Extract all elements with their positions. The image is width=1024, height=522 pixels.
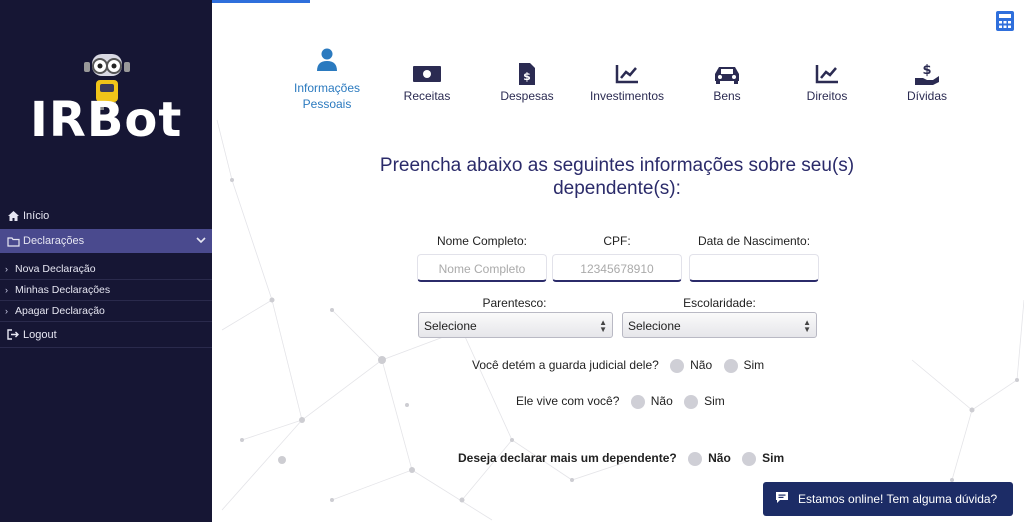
home-icon	[6, 210, 20, 222]
svg-text:$: $	[922, 63, 931, 78]
chat-button[interactable]: Estamos online! Tem alguma dúvida?	[763, 482, 1013, 516]
guarda-no-radio[interactable]	[670, 358, 685, 373]
escolaridade-label: Escolaridade:	[683, 296, 756, 310]
step-investimentos[interactable]: Investimentos	[577, 40, 677, 104]
vive-question-row: Ele vive com você? Não Sim	[516, 394, 725, 409]
sidebar-subitem-apagar[interactable]: › Apagar Declaração	[0, 301, 212, 322]
sidebar-subitem-nova[interactable]: › Nova Declaração	[0, 259, 212, 280]
mais-yes-radio[interactable]	[742, 451, 757, 466]
brand-logo: IRBot	[30, 92, 183, 148]
select-arrows-icon: ▲ ▼	[599, 318, 607, 334]
step-receitas[interactable]: Receitas	[377, 40, 477, 104]
chevron-down-icon	[196, 235, 206, 247]
chevron-right-icon: ›	[5, 264, 8, 274]
main-content: Informações Pessoais Receitas $ Despesas…	[212, 0, 1024, 522]
sidebar-item-label: Início	[23, 210, 50, 222]
cpf-input[interactable]: 12345678910	[552, 254, 682, 282]
step-informacoes-pessoais[interactable]: Informações Pessoais	[277, 40, 377, 112]
progress-bar	[212, 0, 310, 3]
cpf-label: CPF:	[603, 234, 631, 248]
nascimento-input[interactable]	[689, 254, 819, 282]
svg-text:$: $	[523, 70, 531, 83]
sidebar-subitem-minhas[interactable]: › Minhas Declarações	[0, 280, 212, 301]
nascimento-label: Data de Nascimento:	[697, 234, 811, 248]
step-despesas[interactable]: $ Despesas	[477, 40, 577, 104]
step-navigation: Informações Pessoais Receitas $ Despesas…	[272, 40, 952, 120]
parentesco-select[interactable]: Selecione ▲ ▼	[418, 312, 613, 338]
chevron-right-icon: ›	[5, 285, 8, 295]
user-icon	[277, 40, 377, 80]
parentesco-label: Parentesco:	[482, 296, 547, 310]
mais-no-radio[interactable]	[688, 451, 703, 466]
guarda-yes-radio[interactable]	[723, 358, 738, 373]
sidebar: IRBot Início Declarações › Nova Declaraç…	[0, 0, 212, 522]
vive-yes-radio[interactable]	[684, 394, 699, 409]
step-bens[interactable]: Bens	[677, 40, 777, 104]
calculator-icon[interactable]	[995, 10, 1015, 32]
sidebar-item-label: Declarações	[23, 235, 85, 247]
guarda-question-row: Você detém a guarda judicial dele? Não S…	[472, 358, 765, 373]
mais-dependente-row: Deseja declarar mais um dependente? Não …	[458, 451, 785, 466]
vive-no-radio[interactable]	[630, 394, 645, 409]
nome-label: Nome Completo:	[436, 234, 528, 248]
chevron-right-icon: ›	[5, 306, 8, 316]
select-arrows-icon: ▲ ▼	[803, 318, 811, 334]
step-dividas[interactable]: $ Dívidas	[877, 40, 977, 104]
logout-icon	[6, 329, 20, 341]
nome-input[interactable]: Nome Completo	[417, 254, 547, 282]
sidebar-item-logout[interactable]: Logout	[0, 322, 212, 348]
escolaridade-select[interactable]: Selecione ▲ ▼	[622, 312, 817, 338]
folder-icon	[6, 235, 20, 247]
sidebar-item-declaracoes[interactable]: Declarações	[0, 229, 212, 253]
sidebar-item-inicio[interactable]: Início	[0, 205, 212, 227]
page-heading: Preencha abaixo as seguintes informações…	[379, 155, 855, 199]
sidebar-nav: Início Declarações › Nova Declaração › M…	[0, 205, 212, 348]
step-direitos[interactable]: Direitos	[777, 40, 877, 104]
chat-icon	[775, 491, 789, 507]
